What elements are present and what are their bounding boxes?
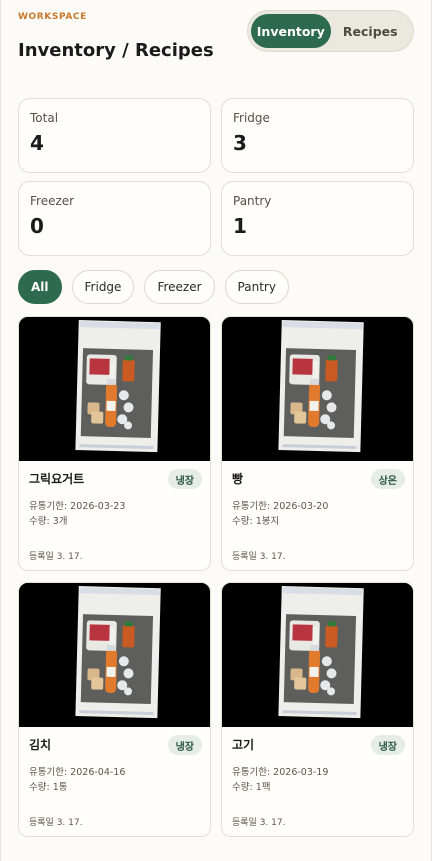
- stat-card-pantry: Pantry 1: [221, 181, 414, 256]
- stat-label: Pantry: [233, 194, 272, 208]
- item-quantity: 수량: 3개: [29, 516, 68, 527]
- item-details: 그릭요거트 냉장 유통기한: 2026-03-23 수량: 3개: [19, 461, 210, 529]
- item-registered-date: 등록일 3. 17.: [232, 818, 286, 828]
- stat-value: 1: [233, 214, 247, 238]
- item-expiry: 유통기한: 2026-03-19: [232, 767, 329, 778]
- item-registered-date: 등록일 3. 17.: [232, 552, 286, 562]
- item-registered-date: 등록일 3. 17.: [29, 552, 83, 562]
- item-expiry: 유통기한: 2026-03-23: [29, 501, 126, 512]
- workspace-label: WORKSPACE: [18, 12, 87, 22]
- item-card[interactable]: 그릭요거트 냉장 유통기한: 2026-03-23 수량: 3개 등록일 3. …: [18, 316, 211, 571]
- item-photo: [222, 583, 413, 727]
- item-details: 고기 냉장 유통기한: 2026-03-19 수량: 1팩: [222, 727, 413, 795]
- stat-value: 0: [30, 214, 44, 238]
- app-window: WORKSPACE Inventory / Recipes Inventory …: [0, 0, 432, 861]
- view-toggle: Inventory Recipes: [247, 10, 414, 52]
- filter-fridge[interactable]: Fridge: [71, 270, 135, 304]
- item-photo: [19, 317, 210, 461]
- item-quantity: 수량: 1통: [29, 782, 68, 793]
- header: WORKSPACE Inventory / Recipes: [18, 12, 214, 61]
- filter-freezer[interactable]: Freezer: [144, 270, 215, 304]
- item-quantity: 수량: 1팩: [232, 782, 271, 793]
- item-expiry: 유통기한: 2026-04-16: [29, 767, 126, 778]
- item-expiry: 유통기한: 2026-03-20: [232, 501, 329, 512]
- stat-card-fridge: Fridge 3: [221, 98, 414, 173]
- inventory-tab[interactable]: Inventory: [251, 14, 331, 48]
- item-card[interactable]: 김치 냉장 유통기한: 2026-04-16 수량: 1통 등록일 3. 17.: [18, 582, 211, 837]
- item-photo: [19, 583, 210, 727]
- item-card[interactable]: 고기 냉장 유통기한: 2026-03-19 수량: 1팩 등록일 3. 17.: [221, 582, 414, 837]
- filter-chips: All Fridge Freezer Pantry: [18, 270, 289, 304]
- storage-badge: 상온: [370, 469, 405, 489]
- item-quantity: 수량: 1봉지: [232, 516, 280, 527]
- item-details: 김치 냉장 유통기한: 2026-04-16 수량: 1통: [19, 727, 210, 795]
- storage-badge: 냉장: [167, 469, 202, 489]
- stat-card-freezer: Freezer 0: [18, 181, 211, 256]
- recipes-tab[interactable]: Recipes: [331, 14, 411, 48]
- item-photo: [222, 317, 413, 461]
- stat-label: Fridge: [233, 111, 270, 125]
- filter-pantry[interactable]: Pantry: [224, 270, 289, 304]
- stat-label: Total: [30, 111, 59, 125]
- storage-badge: 냉장: [370, 735, 405, 755]
- filter-all[interactable]: All: [18, 270, 62, 304]
- stat-label: Freezer: [30, 194, 75, 208]
- item-details: 빵 상온 유통기한: 2026-03-20 수량: 1봉지: [222, 461, 413, 529]
- item-card[interactable]: 빵 상온 유통기한: 2026-03-20 수량: 1봉지 등록일 3. 17.: [221, 316, 414, 571]
- storage-badge: 냉장: [167, 735, 202, 755]
- stat-value: 3: [233, 131, 247, 155]
- item-registered-date: 등록일 3. 17.: [29, 818, 83, 828]
- stat-card-total: Total 4: [18, 98, 211, 173]
- page-title: Inventory / Recipes: [18, 40, 214, 61]
- stat-value: 4: [30, 131, 44, 155]
